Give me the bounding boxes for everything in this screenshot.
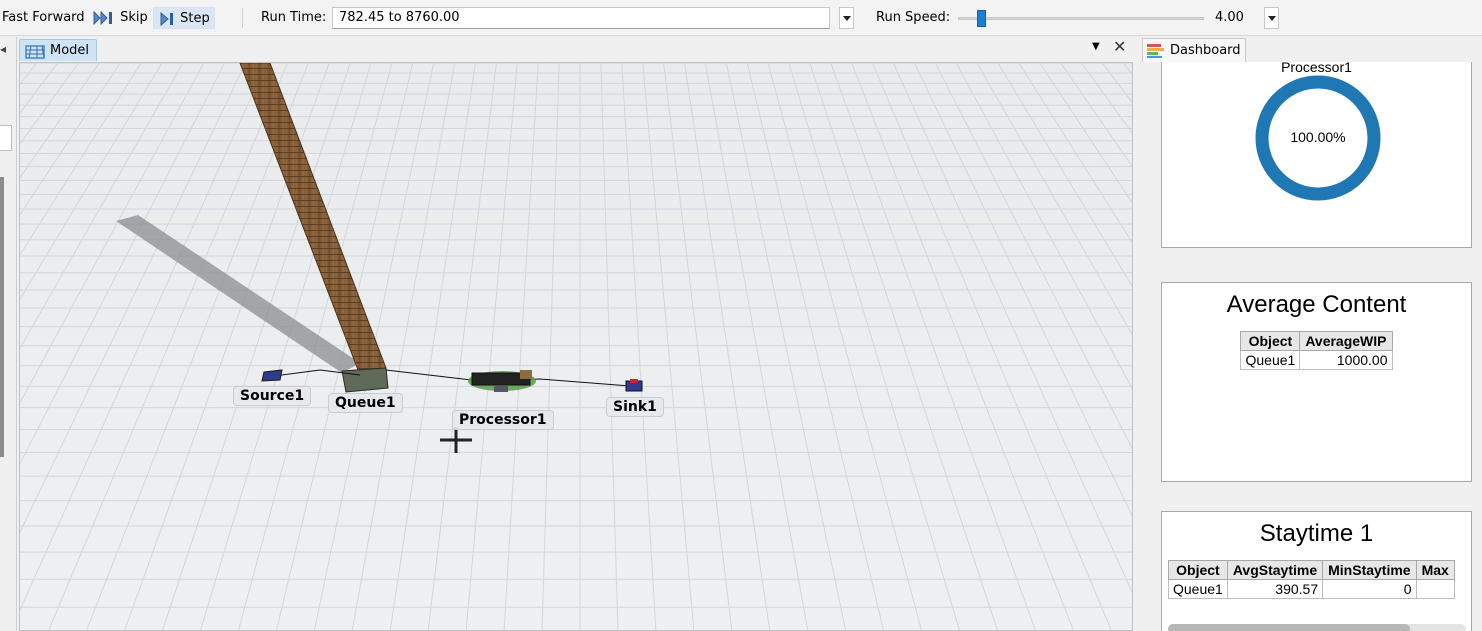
- left-panel-collapsed: ◂: [0, 37, 14, 631]
- tab-scroll-left-icon[interactable]: ◂: [0, 42, 6, 56]
- dashboard-content: Processor1 100.00% Average Content Objec…: [1140, 62, 1482, 631]
- tab-dashboard[interactable]: Dashboard: [1142, 38, 1246, 62]
- run-speed-dropdown-button[interactable]: [1264, 7, 1279, 29]
- dashboard-icon: [1147, 44, 1164, 58]
- table-row: Queue1 390.57 0: [1168, 579, 1455, 599]
- staytime-cell: 0: [1322, 579, 1417, 599]
- average-content-cell: 1000.00: [1299, 350, 1393, 370]
- left-panel-field[interactable]: [0, 125, 12, 151]
- run-time-field[interactable]: 782.45 to 8760.00: [332, 7, 830, 29]
- staytime-widget[interactable]: Staytime 1 Object AvgStaytime MinStaytime M…: [1161, 511, 1472, 631]
- average-content-table: Object AverageWIP Queue1 1000.00: [1240, 331, 1393, 370]
- fast-forward-button[interactable]: Fast Forward: [2, 0, 85, 36]
- staytime-title: Staytime 1: [1259, 520, 1374, 547]
- tab-model-label: Model: [50, 43, 90, 58]
- utilization-value: 100.00%: [1290, 129, 1346, 145]
- staytime-cell: 390.57: [1226, 579, 1324, 599]
- run-time-label: Run Time:: [261, 10, 327, 25]
- staytime-scrollbar-thumb[interactable]: [1168, 624, 1410, 631]
- average-content-widget[interactable]: Average Content Object AverageWIP Queue1 10…: [1161, 282, 1472, 482]
- staytime-horizontal-scrollbar[interactable]: [1168, 624, 1466, 631]
- floor-grid: [20, 63, 1132, 630]
- staytime-header-3: Max: [1415, 560, 1455, 580]
- average-content-title: Average Content: [1226, 291, 1407, 318]
- 3d-model-viewport[interactable]: Source1 Queue1 Processor1 Sink1: [19, 62, 1133, 631]
- tab-dashboard-label: Dashboard: [1170, 43, 1241, 58]
- staytime-header-2: MinStaytime: [1322, 560, 1417, 580]
- staytime-cell: Queue1: [1168, 579, 1228, 599]
- skip-icon: [93, 10, 112, 25]
- object-label-queue[interactable]: Queue1: [328, 393, 403, 413]
- staytime-header-0: Object: [1168, 560, 1228, 580]
- model-grid-icon: [25, 45, 45, 59]
- fast-forward-label: Fast Forward: [2, 10, 85, 25]
- staytime-table: Object AvgStaytime MinStaytime Max Queue1 390…: [1168, 560, 1455, 599]
- step-button[interactable]: Step: [153, 7, 215, 29]
- skip-label: Skip: [120, 10, 148, 25]
- step-label: Step: [180, 11, 210, 26]
- average-content-header-1: AverageWIP: [1299, 331, 1393, 351]
- average-content-cell: Queue1: [1240, 350, 1301, 370]
- average-content-header-0: Object: [1240, 331, 1301, 351]
- skip-button[interactable]: Skip: [88, 7, 152, 29]
- tab-model[interactable]: Model: [19, 39, 97, 61]
- run-speed-slider-thumb[interactable]: [977, 10, 986, 27]
- dashboard-pane: Dashboard Processor1 100.00% Average Con…: [1140, 37, 1482, 631]
- run-speed-label: Run Speed:: [876, 10, 951, 25]
- model-pane: Model ▼ ✕ Source1 Queue1 Processor1 Sink…: [16, 37, 1134, 631]
- object-label-source[interactable]: Source1: [233, 386, 312, 406]
- run-toolbar: Fast Forward Skip Step Run Time: 782.45 …: [0, 0, 1482, 36]
- close-icon[interactable]: ✕: [1113, 37, 1126, 56]
- toolbar-separator: [242, 8, 243, 28]
- run-speed-slider-track[interactable]: [958, 17, 1204, 20]
- pane-menu-icon[interactable]: ▼: [1092, 41, 1100, 52]
- utilization-widget[interactable]: Processor1 100.00%: [1161, 62, 1472, 248]
- object-label-sink[interactable]: Sink1: [606, 397, 664, 417]
- staytime-header-1: AvgStaytime: [1226, 560, 1324, 580]
- step-icon: [160, 11, 173, 26]
- table-row: Queue1 1000.00: [1240, 350, 1393, 370]
- run-time-dropdown-button[interactable]: [839, 7, 854, 29]
- staytime-cell: [1415, 579, 1455, 599]
- object-label-processor[interactable]: Processor1: [452, 410, 554, 430]
- run-speed-value: 4.00: [1215, 10, 1244, 25]
- left-panel-scrollbar[interactable]: [0, 177, 4, 457]
